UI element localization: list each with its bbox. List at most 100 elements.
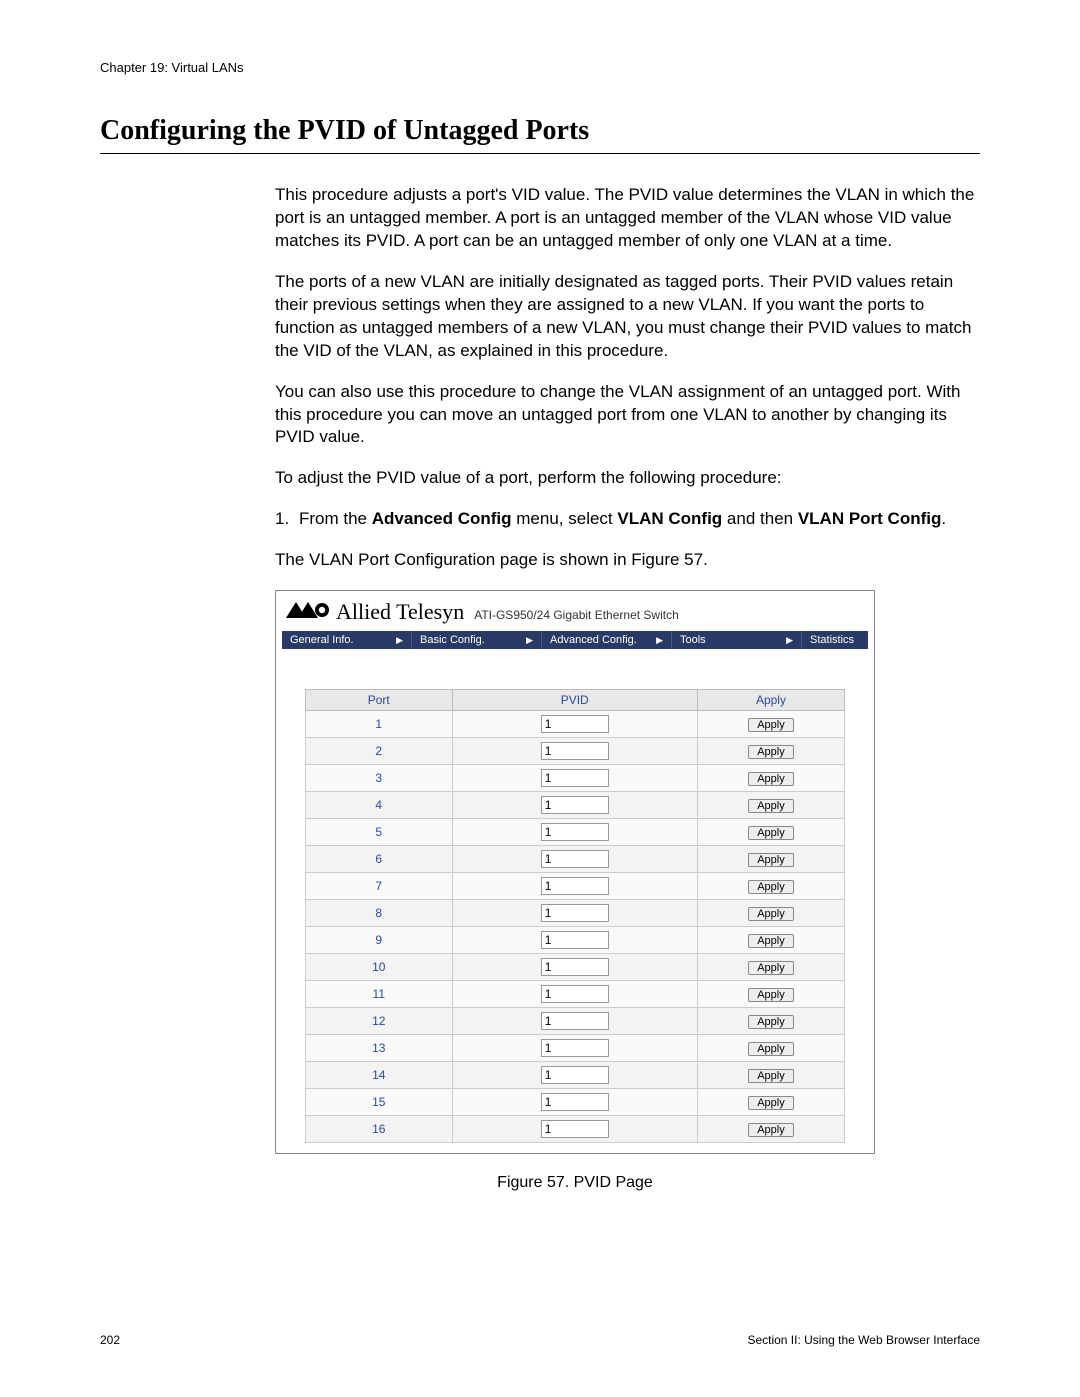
table-row: 13Apply: [306, 1035, 845, 1062]
apply-cell: Apply: [697, 1062, 844, 1089]
pvid-cell: [452, 1089, 697, 1116]
port-cell: 10: [306, 954, 453, 981]
apply-cell: Apply: [697, 873, 844, 900]
port-cell: 7: [306, 873, 453, 900]
apply-button[interactable]: Apply: [748, 880, 794, 894]
switch-menu-bar: General Info. ▶ Basic Config. ▶ Advanced…: [282, 631, 868, 649]
table-row: 2 Apply: [306, 738, 845, 765]
pvid-input[interactable]: [541, 1039, 609, 1057]
pvid-input[interactable]: [541, 1120, 609, 1138]
pvid-input[interactable]: [541, 1066, 609, 1084]
page-number: 202: [100, 1333, 120, 1347]
chevron-right-icon: ▶: [656, 635, 663, 646]
chevron-right-icon: ▶: [526, 635, 533, 646]
apply-cell: Apply: [697, 1116, 844, 1143]
port-cell: 2: [306, 738, 453, 765]
pvid-input[interactable]: [541, 904, 609, 922]
pvid-input[interactable]: [541, 715, 609, 733]
menu-advanced-config[interactable]: Advanced Config. ▶: [542, 631, 672, 649]
pvid-input[interactable]: [541, 985, 609, 1003]
apply-cell: Apply: [697, 954, 844, 981]
apply-button[interactable]: Apply: [748, 853, 794, 867]
table-row: 5Apply: [306, 819, 845, 846]
title-rule: [100, 153, 980, 154]
apply-button[interactable]: Apply: [748, 907, 794, 921]
footer-section: Section II: Using the Web Browser Interf…: [747, 1333, 980, 1347]
port-cell: 1: [306, 711, 453, 738]
col-apply: Apply: [697, 690, 844, 711]
apply-button[interactable]: Apply: [748, 772, 794, 786]
paragraph-4: To adjust the PVID value of a port, perf…: [275, 467, 980, 490]
table-row: 16Apply: [306, 1116, 845, 1143]
step-1-number: 1.: [275, 508, 299, 531]
pvid-input[interactable]: [541, 823, 609, 841]
step-1-text-c: menu, select: [512, 509, 618, 528]
pvid-input[interactable]: [541, 742, 609, 760]
step-1-text-a: From the: [299, 509, 372, 528]
menu-tools[interactable]: Tools ▶: [672, 631, 802, 649]
menu-label: Statistics: [810, 634, 854, 646]
menu-label: Basic Config.: [420, 634, 485, 646]
pvid-input[interactable]: [541, 1012, 609, 1030]
apply-button[interactable]: Apply: [748, 1096, 794, 1110]
pvid-input[interactable]: [541, 931, 609, 949]
pvid-input[interactable]: [541, 958, 609, 976]
apply-cell: Apply: [697, 819, 844, 846]
port-cell: 12: [306, 1008, 453, 1035]
apply-button[interactable]: Apply: [748, 745, 794, 759]
pvid-input[interactable]: [541, 1093, 609, 1111]
table-row: 6 Apply: [306, 846, 845, 873]
port-cell: 6: [306, 846, 453, 873]
apply-button[interactable]: Apply: [748, 799, 794, 813]
section-title: Configuring the PVID of Untagged Ports: [100, 115, 980, 147]
pvid-cell: [452, 1008, 697, 1035]
pvid-table: Port PVID Apply 1Apply2Apply3Apply4Apply…: [305, 689, 845, 1143]
paragraph-2: The ports of a new VLAN are initially de…: [275, 271, 980, 363]
pvid-cell: [452, 846, 697, 873]
apply-button[interactable]: Apply: [748, 1015, 794, 1029]
switch-screenshot: Allied Telesyn ATI-GS950/24 Gigabit Ethe…: [275, 590, 875, 1154]
table-row: 1 Apply: [306, 711, 845, 738]
apply-cell: Apply: [697, 927, 844, 954]
menu-general-info[interactable]: General Info. ▶: [282, 631, 412, 649]
port-cell: 3: [306, 765, 453, 792]
table-row: 3 Apply: [306, 765, 845, 792]
pvid-cell: [452, 1116, 697, 1143]
pvid-cell: [452, 981, 697, 1008]
pvid-cell: [452, 738, 697, 765]
chevron-right-icon: ▶: [396, 635, 403, 646]
pvid-input[interactable]: [541, 796, 609, 814]
pvid-cell: [452, 792, 697, 819]
step-1-bold-3: VLAN Port Config: [798, 509, 942, 528]
apply-button[interactable]: Apply: [748, 988, 794, 1002]
apply-cell: Apply: [697, 792, 844, 819]
apply-button[interactable]: Apply: [748, 718, 794, 732]
step-1-text-g: .: [941, 509, 946, 528]
step-1-bold-1: Advanced Config: [372, 509, 512, 528]
apply-button[interactable]: Apply: [748, 1069, 794, 1083]
apply-cell: Apply: [697, 765, 844, 792]
pvid-input[interactable]: [541, 850, 609, 868]
menu-label: General Info.: [290, 634, 354, 646]
apply-button[interactable]: Apply: [748, 961, 794, 975]
paragraph-1: This procedure adjusts a port's VID valu…: [275, 184, 980, 253]
apply-cell: Apply: [697, 1089, 844, 1116]
brand-logo-icon: [286, 601, 330, 619]
chevron-right-icon: ▶: [786, 635, 793, 646]
apply-cell: Apply: [697, 900, 844, 927]
apply-button[interactable]: Apply: [748, 1123, 794, 1137]
apply-button[interactable]: Apply: [748, 1042, 794, 1056]
menu-statistics[interactable]: Statistics: [802, 631, 868, 649]
pvid-cell: [452, 819, 697, 846]
table-row: 11Apply: [306, 981, 845, 1008]
port-cell: 8: [306, 900, 453, 927]
pvid-input[interactable]: [541, 769, 609, 787]
apply-button[interactable]: Apply: [748, 826, 794, 840]
chapter-header: Chapter 19: Virtual LANs: [100, 60, 980, 75]
pvid-input[interactable]: [541, 877, 609, 895]
menu-label: Advanced Config.: [550, 634, 637, 646]
step-1-bold-2: VLAN Config: [617, 509, 722, 528]
apply-button[interactable]: Apply: [748, 934, 794, 948]
menu-basic-config[interactable]: Basic Config. ▶: [412, 631, 542, 649]
port-cell: 14: [306, 1062, 453, 1089]
